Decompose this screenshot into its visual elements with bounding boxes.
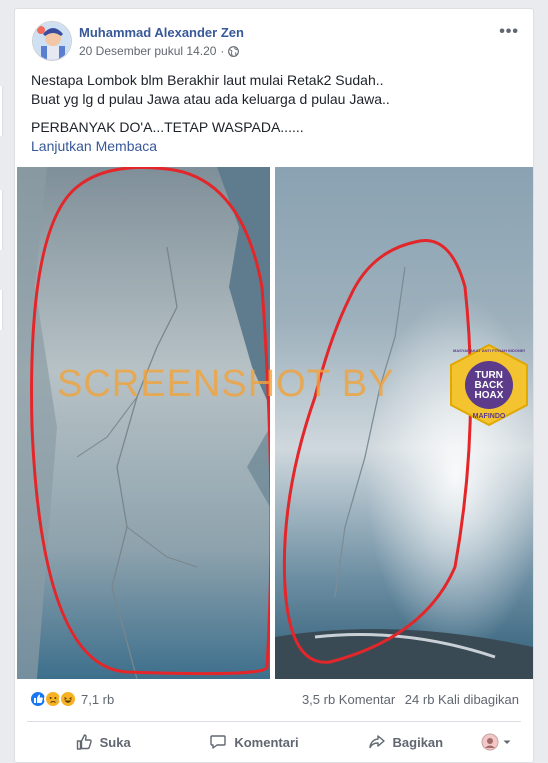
- reaction-count[interactable]: 7,1 rb: [81, 692, 114, 707]
- watermark-text: SCREENSHOT BY: [57, 363, 395, 405]
- see-more-link[interactable]: Lanjutkan Membaca: [31, 137, 521, 156]
- timestamp[interactable]: 20 Desember pukul 14.20: [79, 44, 216, 58]
- haha-icon: [59, 690, 77, 708]
- reactions-summary[interactable]: 7,1 rb: [29, 689, 114, 709]
- profile-avatar-small-icon: [481, 733, 499, 751]
- chevron-down-icon: [503, 740, 511, 744]
- share-label: Bagikan: [392, 734, 444, 750]
- comment-label: Komentari: [234, 734, 299, 750]
- like-button[interactable]: Suka: [27, 733, 178, 751]
- avatar[interactable]: [32, 21, 72, 61]
- post-text: Nestapa Lombok blm Berakhir laut mulai R…: [31, 71, 521, 156]
- post-meta: 20 Desember pukul 14.20 ·: [79, 44, 240, 58]
- photo-left: [17, 167, 270, 679]
- left-edge-segment: [0, 190, 3, 250]
- logo-line: HOAX: [474, 390, 504, 401]
- like-label: Suka: [99, 734, 131, 750]
- share-count[interactable]: 24 rb Kali dibagikan: [405, 692, 519, 707]
- thumbs-up-icon: [76, 734, 92, 750]
- comment-button[interactable]: Komentari: [178, 733, 329, 751]
- left-edge-segment: [0, 86, 3, 136]
- share-icon: [368, 735, 385, 749]
- post-header: Muhammad Alexander Zen 20 Desember pukul…: [15, 9, 533, 67]
- logo-ring-bottom: MAFINDO: [472, 413, 506, 420]
- turnbackhoax-logo: TURN BACK HOAX MASYARAKAT ANTI FITNAH IN…: [447, 343, 531, 427]
- post-line: Nestapa Lombok blm Berakhir laut mulai R…: [31, 72, 384, 88]
- action-bar: Suka Komentari Bagikan: [27, 725, 521, 759]
- divider: [27, 721, 521, 722]
- post-photo[interactable]: SCREENSHOT BY TURN BACK HOAX MASYARAKAT …: [17, 167, 533, 679]
- post-card: Muhammad Alexander Zen 20 Desember pukul…: [14, 8, 534, 763]
- post-line: Buat yg lg d pulau Jawa atau ada keluarg…: [31, 91, 390, 107]
- logo-ring-top: MASYARAKAT ANTI FITNAH INDONESIA: [453, 348, 525, 353]
- globe-icon: [228, 45, 240, 57]
- share-button[interactable]: Bagikan: [330, 733, 481, 751]
- comment-count[interactable]: 3,5 rb Komentar: [302, 692, 395, 707]
- author-name[interactable]: Muhammad Alexander Zen: [79, 25, 244, 40]
- cracked-sea-photo-left: [17, 167, 270, 679]
- post-line: PERBANYAK DO'A...TETAP WASPADA......: [31, 119, 304, 135]
- reaction-selector[interactable]: [481, 733, 521, 751]
- left-edge: [0, 0, 7, 763]
- more-options-button[interactable]: •••: [499, 23, 519, 41]
- comment-icon: [210, 735, 227, 749]
- engagement-stats: 3,5 rb Komentar 24 rb Kali dibagikan: [296, 692, 519, 707]
- left-edge-segment: [0, 290, 3, 330]
